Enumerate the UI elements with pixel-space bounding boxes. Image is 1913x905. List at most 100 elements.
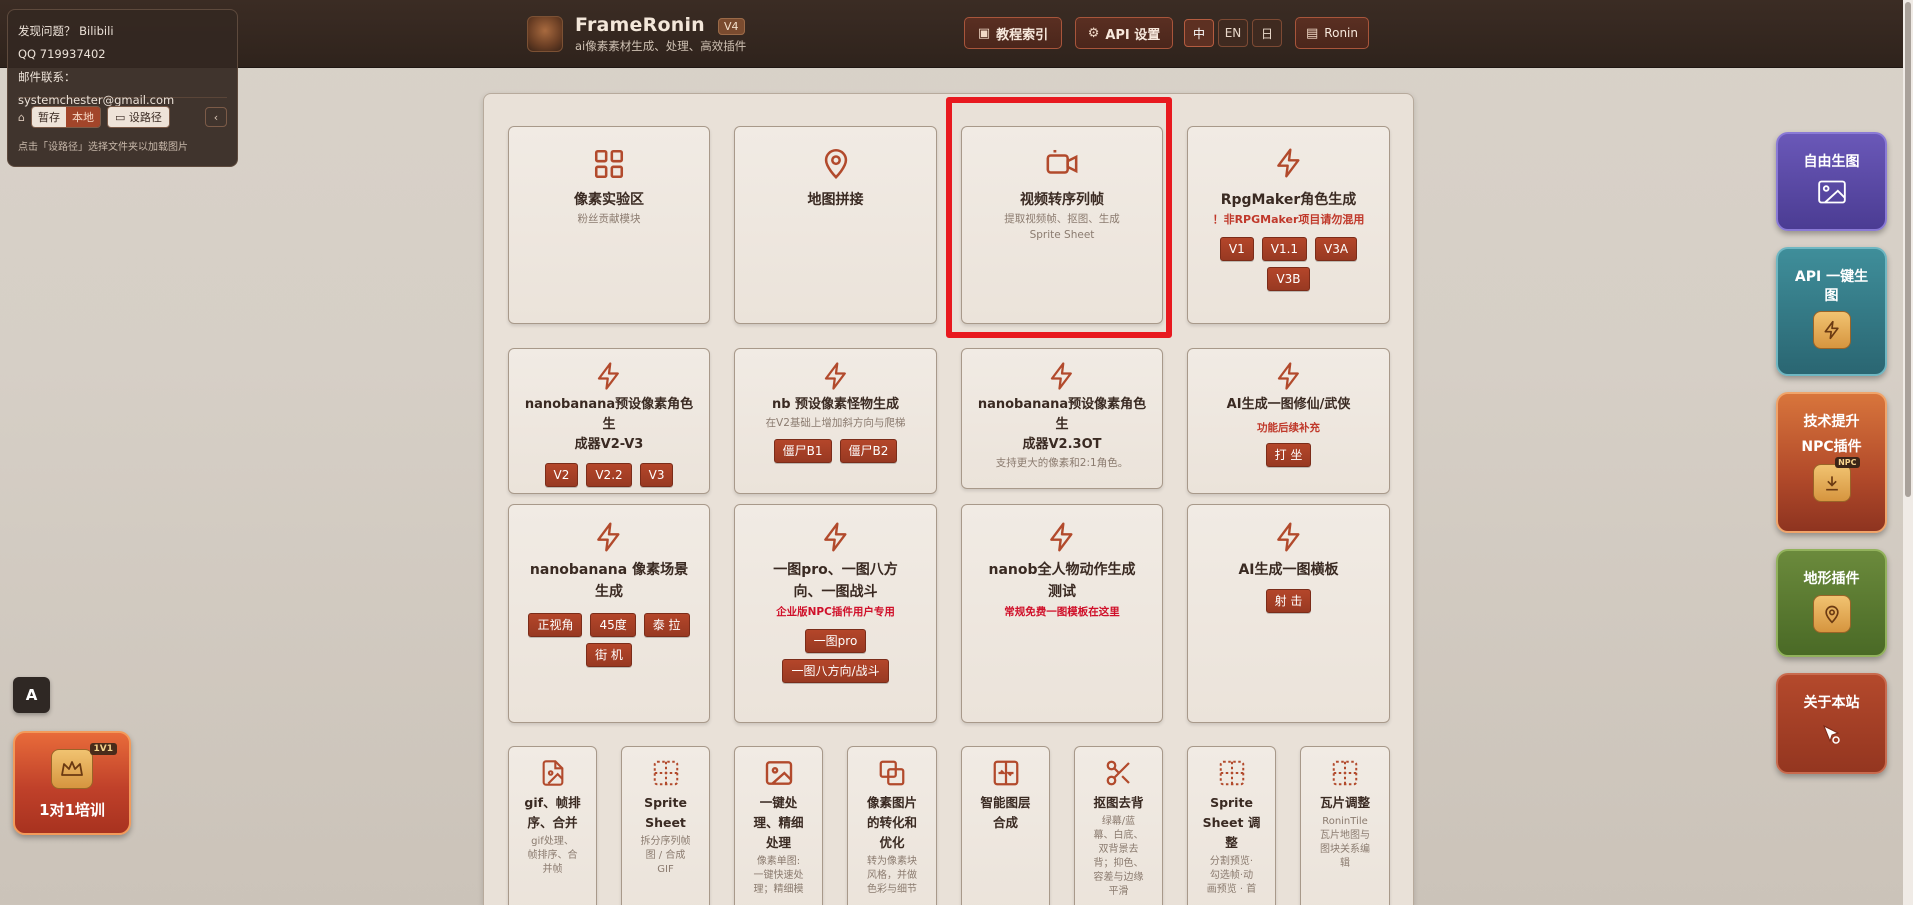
npc-plugin-button[interactable]: 技术提升 NPC插件 NPC xyxy=(1776,392,1887,533)
card-subtitle: 绿幕/蓝 xyxy=(1101,816,1136,827)
card-subtitle-3: 并帧 xyxy=(542,864,563,875)
card-subtitle-3: 双背景去 xyxy=(1098,844,1139,855)
card-title-2: 生成 xyxy=(595,584,623,600)
npc-badge: NPC xyxy=(1835,457,1860,468)
training-label: 1对1培训 xyxy=(39,801,105,819)
card-subtitle-2: 图 / 合成 xyxy=(645,850,686,861)
lightning-icon xyxy=(1812,311,1851,349)
api-one-click-button[interactable]: API 一键生 图 xyxy=(1776,247,1887,376)
terrain-plugin-button[interactable]: 地形插件 xyxy=(1776,549,1887,657)
card-title-2: 向、一图战斗 xyxy=(793,584,878,600)
temp-save-option[interactable]: 暂存 xyxy=(31,107,66,127)
api-one-click-label: API 一键生 xyxy=(1794,269,1869,285)
one-on-one-training-button[interactable]: 1V1 1对1培训 xyxy=(13,731,131,835)
card-subtitle: 在V2基础上增加斜方向与爬梯 xyxy=(765,417,906,429)
tag-front-view[interactable]: 正视角 xyxy=(528,613,583,637)
card-map-stitch[interactable]: 地图拼接 xyxy=(734,126,937,324)
card-ai-xianxia[interactable]: AI生成一图修仙/武侠 功能后续补充 打 坐 xyxy=(1187,348,1390,494)
tag-meditate[interactable]: 打 坐 xyxy=(1265,443,1312,467)
collapse-button[interactable]: ‹ xyxy=(205,107,227,127)
card-subtitle: 拆分序列帧 xyxy=(640,836,691,847)
tag-one-image-pro[interactable]: 一图pro xyxy=(804,629,867,653)
dashed-grid-icon xyxy=(1332,760,1358,786)
issue-line[interactable]: 发现问题？ Bilibili xyxy=(18,20,227,43)
card-subtitle-3: GIF xyxy=(657,864,674,875)
tag-eight-direction-battle[interactable]: 一图八方向/战斗 xyxy=(782,659,889,683)
tag-terraria[interactable]: 泰 拉 xyxy=(643,613,690,637)
free-generate-button[interactable]: 自由生图 xyxy=(1776,132,1887,231)
tag-v1[interactable]: V1 xyxy=(1219,237,1254,261)
card-subtitle: 像素单图: xyxy=(756,856,801,867)
tag-v3[interactable]: V3 xyxy=(639,463,674,487)
card-subtitle-3: 图块关系编 xyxy=(1320,844,1370,855)
brand-subtitle: ai像素素材生成、处理、高效插件 xyxy=(575,39,747,53)
card-title: RpgMaker角色生成 xyxy=(1220,192,1357,208)
tag-v2[interactable]: V2 xyxy=(544,463,579,487)
card-subtitle-2: 幕、白底、 xyxy=(1093,830,1144,841)
card-subtitle-2: 一键快速处 xyxy=(753,870,804,881)
card-remove-background[interactable]: 抠图去背 绿幕/蓝 幕、白底、 双背景去 背；抑色、 容差与边缘 平滑 xyxy=(1074,746,1163,905)
scrollbar-thumb[interactable] xyxy=(1905,2,1911,497)
card-sprite-sheet[interactable]: Sprite Sheet 拆分序列帧 图 / 合成 GIF xyxy=(621,746,710,905)
lang-zh[interactable]: 中 xyxy=(1184,19,1214,47)
card-title: Sprite xyxy=(1210,795,1253,810)
card-nb-monster[interactable]: nb 预设像素怪物生成 在V2基础上增加斜方向与爬梯 僵尸B1 僵尸B2 xyxy=(734,348,937,494)
card-subtitle-4: 背；抑色、 xyxy=(1093,858,1144,869)
card-title: 像素图片 xyxy=(866,795,917,810)
card-pixel-lab[interactable]: 像素实验区 粉丝贡献模块 xyxy=(508,126,710,324)
card-one-click-process[interactable]: 一键处 理、精细 处理 像素单图: 一键快速处 理；精细模 xyxy=(734,746,823,905)
card-nanob-full-action[interactable]: nanob全人物动作生成 测试 常规免费一图模板在这里 xyxy=(961,504,1163,723)
tutorial-index-label: 教程索引 xyxy=(996,27,1049,43)
npc-plugin-label: 技术提升 xyxy=(1803,414,1860,430)
card-tile-adjust[interactable]: 瓦片调整 RoninTile 瓦片地图与 图块关系编 辑 xyxy=(1300,746,1390,905)
card-one-image-pro[interactable]: 一图pro、一图八方 向、一图战斗 企业版NPC插件用户专用 一图pro 一图八… xyxy=(734,504,937,723)
local-option[interactable]: 本地 xyxy=(65,107,100,127)
card-ai-side-scroll[interactable]: AI生成一图横板 射 击 xyxy=(1187,504,1390,723)
brand[interactable]: FrameRonin V4 ai像素素材生成、处理、高效插件 xyxy=(527,14,746,54)
card-title: Sprite xyxy=(644,795,687,810)
card-nanobanana-v23ot[interactable]: nanobanana预设像素角色生 成器V2.3OT 支持更大的像素和2:1角色… xyxy=(961,348,1163,489)
image-icon xyxy=(765,761,792,785)
tag-v3b[interactable]: V3B xyxy=(1267,267,1310,291)
card-nanobanana-scene[interactable]: nanobanana 像素场景 生成 正视角 45度 泰 拉 街 机 xyxy=(508,504,710,723)
card-video-to-frames[interactable]: 视频转序列帧 提取视频帧、抠图、生成 Sprite Sheet xyxy=(961,126,1163,324)
card-title-2: 测试 xyxy=(1048,584,1076,600)
tag-v1-1[interactable]: V1.1 xyxy=(1261,237,1308,261)
lang-en[interactable]: EN xyxy=(1218,19,1248,47)
chevron-left-icon: ‹ xyxy=(213,110,219,124)
tag-shooting[interactable]: 射 击 xyxy=(1265,589,1312,613)
grid-icon xyxy=(594,149,624,179)
lightning-icon xyxy=(1050,362,1072,390)
terrain-plugin-label: 地形插件 xyxy=(1803,571,1860,587)
tag-v3a[interactable]: V3A xyxy=(1315,237,1358,261)
tag-arcade[interactable]: 街 机 xyxy=(586,643,632,667)
page-scrollbar[interactable] xyxy=(1903,0,1913,905)
tag-45-degree[interactable]: 45度 xyxy=(590,613,636,637)
set-path-label: 设路径 xyxy=(128,111,162,124)
card-smart-layer-compose[interactable]: 智能图层 合成 xyxy=(961,746,1050,905)
tag-zombie-b2[interactable]: 僵尸B2 xyxy=(839,439,898,463)
tag-zombie-b1[interactable]: 僵尸B1 xyxy=(773,439,832,463)
tutorial-index-button[interactable]: ▣ 教程索引 xyxy=(964,17,1062,49)
card-subtitle: gif处理、 xyxy=(531,836,574,847)
api-settings-button[interactable]: ⚙ API 设置 xyxy=(1075,17,1173,49)
accessibility-a-button[interactable]: A xyxy=(13,677,50,713)
card-title: AI生成一图修仙/武侠 xyxy=(1226,397,1351,412)
set-path-button[interactable]: ▭ 设路径 xyxy=(106,106,170,128)
user-button[interactable]: ▤ Ronin xyxy=(1295,17,1369,49)
tag-list: V2 V2.2 V3 xyxy=(509,463,709,487)
card-subtitle-3: 理；精细模 xyxy=(753,884,804,895)
lightning-icon xyxy=(597,522,620,552)
about-site-button[interactable]: 关于本站 xyxy=(1776,673,1887,774)
card-warning: 功能后续补充 xyxy=(1257,422,1320,434)
card-pixel-convert[interactable]: 像素图片 的转化和 优化 转为像素块 风格，并做 色彩与细节 xyxy=(847,746,937,905)
card-subtitle-5: 容差与边缘 xyxy=(1093,872,1144,883)
card-rpgmaker[interactable]: RpgMaker角色生成 ！非RPGMaker项目请勿混用 V1 V1.1 V3… xyxy=(1187,126,1390,324)
version-badge: V4 xyxy=(717,18,745,35)
card-gif-frames[interactable]: gif、帧排 序、合并 gif处理、 帧排序、合 并帧 xyxy=(508,746,597,905)
language-switch: 中 EN 日 xyxy=(1184,19,1282,47)
card-sprite-sheet-adjust[interactable]: Sprite Sheet 调 整 分割预览· 勾选帧·动 画预览 · 首 xyxy=(1187,746,1276,905)
tag-v2-2[interactable]: V2.2 xyxy=(586,463,632,487)
card-nanobanana-v2-v3[interactable]: nanobanana预设像素角色生 成器V2-V3 V2 V2.2 V3 xyxy=(508,348,710,494)
lang-ja[interactable]: 日 xyxy=(1252,19,1282,47)
